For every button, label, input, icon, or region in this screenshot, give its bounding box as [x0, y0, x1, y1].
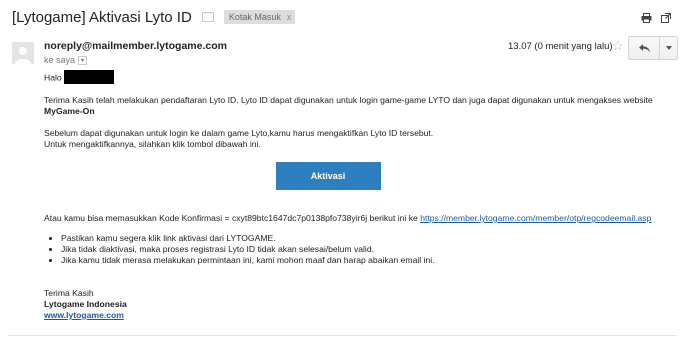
label-text: Kotak Masuk [228, 12, 281, 22]
activation-text-2: Untuk mengaktifkannya, silahkan klik tom… [44, 139, 261, 149]
greeting-line: Halo [44, 70, 654, 85]
activation-paragraph: Sebelum dapat digunakan untuk login ke d… [44, 128, 654, 150]
confirmation-link[interactable]: https://member.lytogame.com/member/otp/r… [420, 213, 651, 223]
list-item: Jika kamu tidak merasa melakukan permint… [61, 255, 654, 266]
new-window-icon[interactable] [661, 10, 671, 23]
reply-button[interactable] [628, 36, 660, 60]
importance-marker-icon[interactable] [201, 12, 214, 22]
email-body: Halo Terima Kasih telah melakukan pendaf… [44, 70, 654, 321]
recipient-line: ke saya ▾ [44, 55, 88, 65]
list-item: Pastikan kamu segera klik link aktivasi … [61, 233, 654, 244]
print-icon[interactable] [641, 10, 652, 23]
avatar[interactable] [12, 42, 34, 64]
list-item: Jika tidak diaktivasi, maka proses regis… [61, 244, 654, 255]
message-time: 13.07 (0 menit yang lalu) [508, 41, 613, 52]
recipient-text: ke saya [44, 55, 76, 65]
signature: Terima Kasih Lytogame Indonesia www.lyto… [44, 288, 654, 321]
website-name: MyGame-On [44, 106, 95, 116]
reply-arrow-icon [638, 44, 650, 52]
inbox-label-chip[interactable]: Kotak Masuk x [223, 10, 296, 24]
chevron-down-icon [665, 46, 672, 50]
activate-button[interactable]: Aktivasi [275, 162, 381, 190]
company-name: Lytogame Indonesia [44, 299, 127, 309]
signoff-text: Terima Kasih [44, 288, 94, 298]
code-paragraph: Atau kamu bisa memasukkan Kode Konfirmas… [44, 213, 654, 224]
website-link[interactable]: www.lytogame.com [44, 310, 124, 320]
more-options-button[interactable] [660, 36, 678, 60]
top-actions [641, 10, 671, 23]
redacted-name [63, 70, 114, 84]
email-subject: [Lytogame] Aktivasi Lyto ID [12, 8, 192, 26]
star-icon[interactable]: ☆ [612, 38, 624, 54]
divider [8, 335, 677, 336]
activation-text-1: Sebelum dapat digunakan untuk login ke d… [44, 128, 434, 138]
remove-label-icon[interactable]: x [287, 12, 292, 22]
notes-list: Pastikan kamu segera klik link aktivasi … [44, 233, 654, 266]
intro-text: Terima Kasih telah melakukan pendaftaran… [44, 95, 653, 105]
reply-button-group [628, 36, 678, 60]
sender-email[interactable]: noreply@mailmember.lytogame.com [44, 40, 227, 52]
greeting-text: Halo [44, 72, 62, 83]
code-text: Atau kamu bisa memasukkan Kode Konfirmas… [44, 213, 418, 223]
intro-paragraph: Terima Kasih telah melakukan pendaftaran… [44, 95, 654, 117]
activate-button-wrap: Aktivasi [44, 162, 654, 190]
subject-bar: [Lytogame] Aktivasi Lyto ID Kotak Masuk … [12, 6, 677, 28]
details-dropdown-icon[interactable]: ▾ [78, 55, 88, 65]
